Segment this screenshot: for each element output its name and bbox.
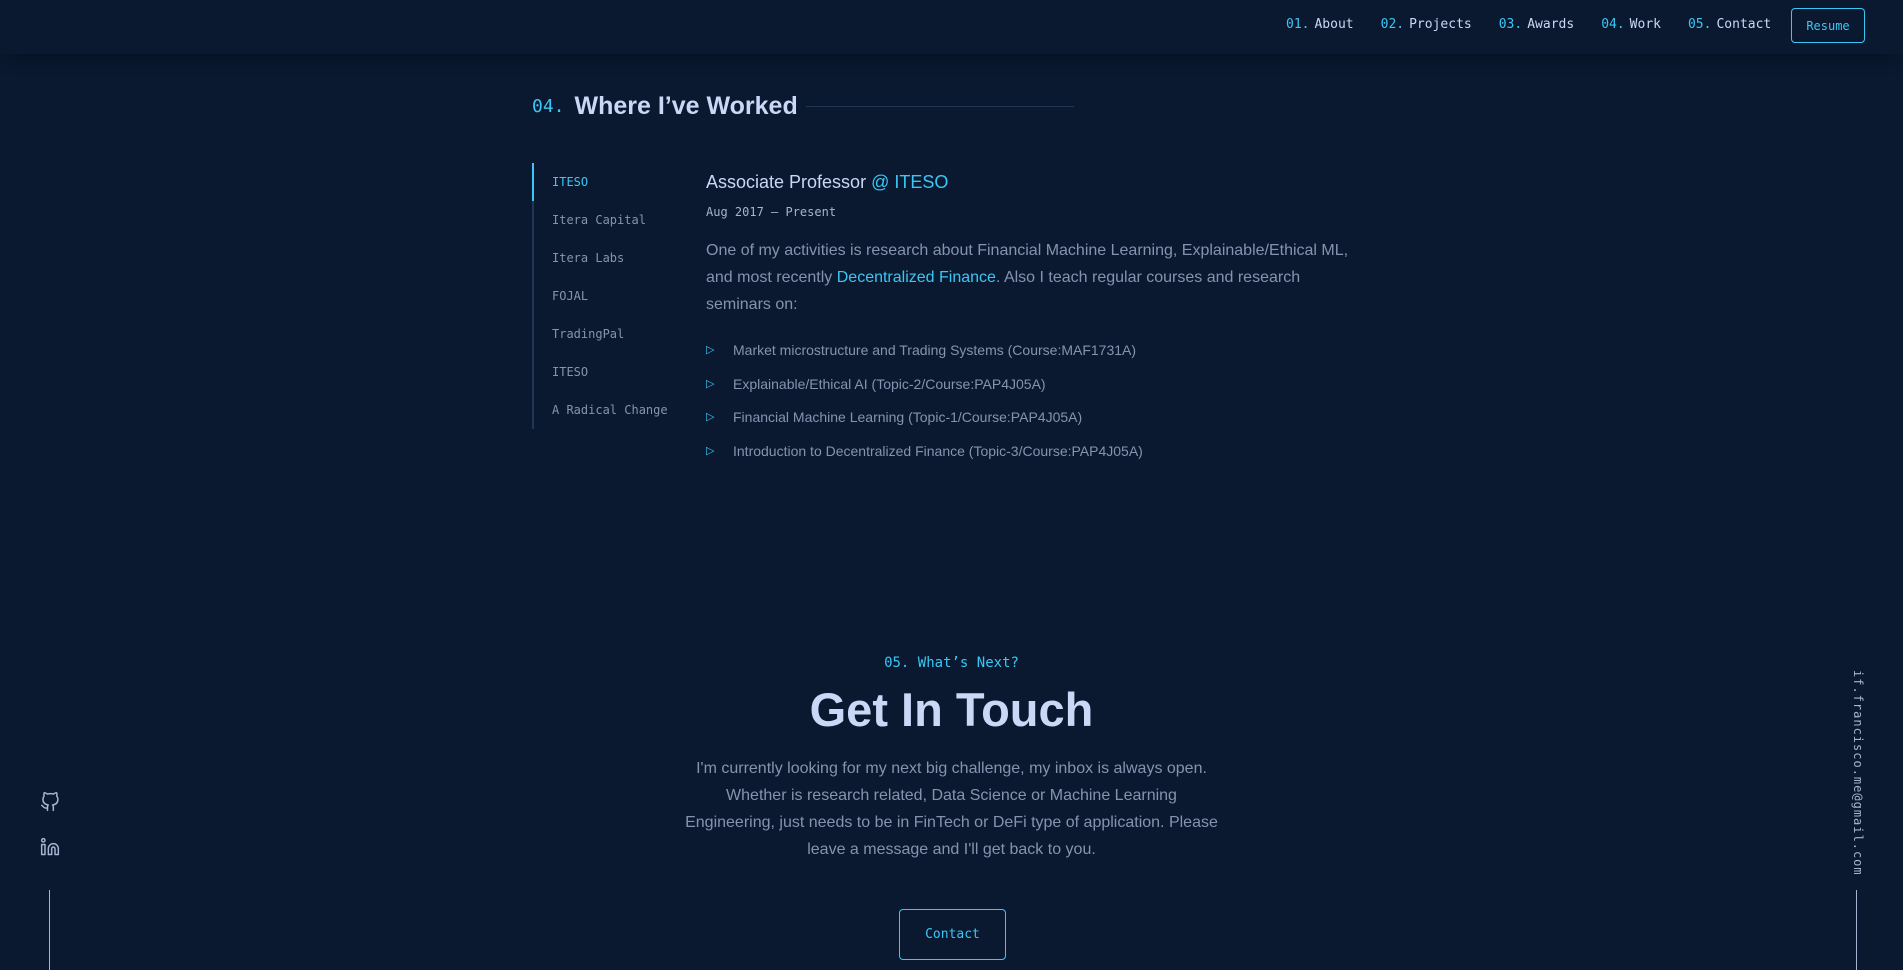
job-bullet-list: ▷ Market microstructure and Trading Syste… (706, 338, 1366, 472)
list-item-text: Introduction to Decentralized Finance (T… (733, 442, 1143, 459)
linkedin-icon[interactable] (38, 835, 62, 859)
nav-item-number: 05. (1687, 17, 1712, 32)
top-navbar: 01. About 02. Projects 03. Awards 04. Wo… (0, 0, 1903, 54)
tab-fojal[interactable]: FOJAL (534, 277, 672, 315)
nav-item-work[interactable]: 04. Work (1601, 17, 1661, 32)
triangle-right-icon: ▷ (706, 344, 715, 356)
nav-item-projects[interactable]: 02. Projects (1381, 17, 1472, 32)
nav-item-awards[interactable]: 03. Awards (1499, 17, 1574, 32)
list-item: ▷ Explainable/Ethical AI (Topic-2/Course:… (706, 372, 1366, 406)
contact-button[interactable]: Contact (899, 909, 1006, 960)
nav-item-number: 01. (1286, 17, 1310, 32)
nav-item-about[interactable]: 01. About (1286, 17, 1354, 32)
decentralized-finance-link[interactable]: Decentralized Finance (837, 269, 996, 286)
job-title: Associate Professor @ ITESO (706, 172, 1366, 193)
nav-item-number: 04. (1601, 17, 1625, 32)
job-date-range: Aug 2017 — Present (706, 205, 837, 219)
nav-item-label: Projects (1409, 17, 1472, 32)
triangle-right-icon: ▷ (706, 377, 715, 390)
job-title-role: Associate Professor (706, 172, 867, 192)
job-description: One of my activities is research about F… (706, 237, 1366, 318)
triangle-right-icon: ▷ (706, 444, 715, 457)
list-item-text: Market microstructure and Trading System… (733, 342, 1137, 358)
contact-overline: 05. What’s Next? (884, 655, 1019, 671)
left-vertical-line (49, 890, 50, 970)
list-item-text: Explainable/Ethical AI (Topic-2/Course:P… (733, 375, 1046, 392)
tab-tradingpal[interactable]: TradingPal (534, 315, 672, 353)
nav-item-label: Contact (1716, 17, 1772, 32)
contact-text: I'm currently looking for my next big ch… (685, 760, 1218, 858)
contact-title: Get In Touch (809, 683, 1094, 736)
nav-links: 01. About 02. Projects 03. Awards 04. Wo… (1286, 17, 1798, 32)
list-item: ▷ Introduction to Decentralized Finance (… (706, 439, 1366, 473)
nav-item-contact[interactable]: 05. Contact (1688, 17, 1771, 32)
active-tab-indicator (532, 163, 534, 201)
job-company-link[interactable]: @ ITESO (871, 172, 948, 192)
nav-item-label: About (1314, 17, 1354, 32)
section-heading-work: 04. Where I’ve Worked (532, 92, 798, 121)
github-icon[interactable] (38, 790, 62, 814)
tab-itera-labs[interactable]: Itera Labs (534, 239, 672, 277)
nav-item-number: 03. (1498, 17, 1523, 32)
social-links (38, 790, 62, 880)
list-item: ▷ Market microstructure and Trading Syste… (706, 338, 1366, 372)
nav-item-number: 02. (1380, 17, 1405, 32)
section-title: Where I’ve Worked (574, 92, 798, 120)
tab-iteso[interactable]: ITESO (534, 163, 672, 201)
section-divider (806, 106, 1074, 107)
triangle-right-icon: ▷ (706, 411, 715, 423)
section-number: 04. (532, 96, 565, 117)
nav-item-label: Awards (1527, 17, 1575, 32)
tab-iteso-2[interactable]: ITESO (534, 353, 672, 391)
tab-a-radical-change[interactable]: A Radical Change (534, 391, 672, 429)
tab-itera-capital[interactable]: Itera Capital (534, 201, 672, 239)
work-tablist: ITESO Itera Capital Itera Labs FOJAL Tra… (532, 163, 672, 429)
right-vertical-line (1856, 890, 1857, 970)
job-panel: Associate Professor @ ITESO Aug 2017 — P… (706, 172, 1366, 472)
side-email-link[interactable]: if.francisco.me@gmail.com (1847, 670, 1865, 876)
list-item: ▷ Financial Machine Learning (Topic-1/Cou… (706, 405, 1366, 439)
resume-button[interactable]: Resume (1791, 8, 1865, 43)
list-item-text: Financial Machine Learning (Topic-1/Cour… (733, 409, 1083, 425)
nav-item-label: Work (1629, 17, 1661, 32)
